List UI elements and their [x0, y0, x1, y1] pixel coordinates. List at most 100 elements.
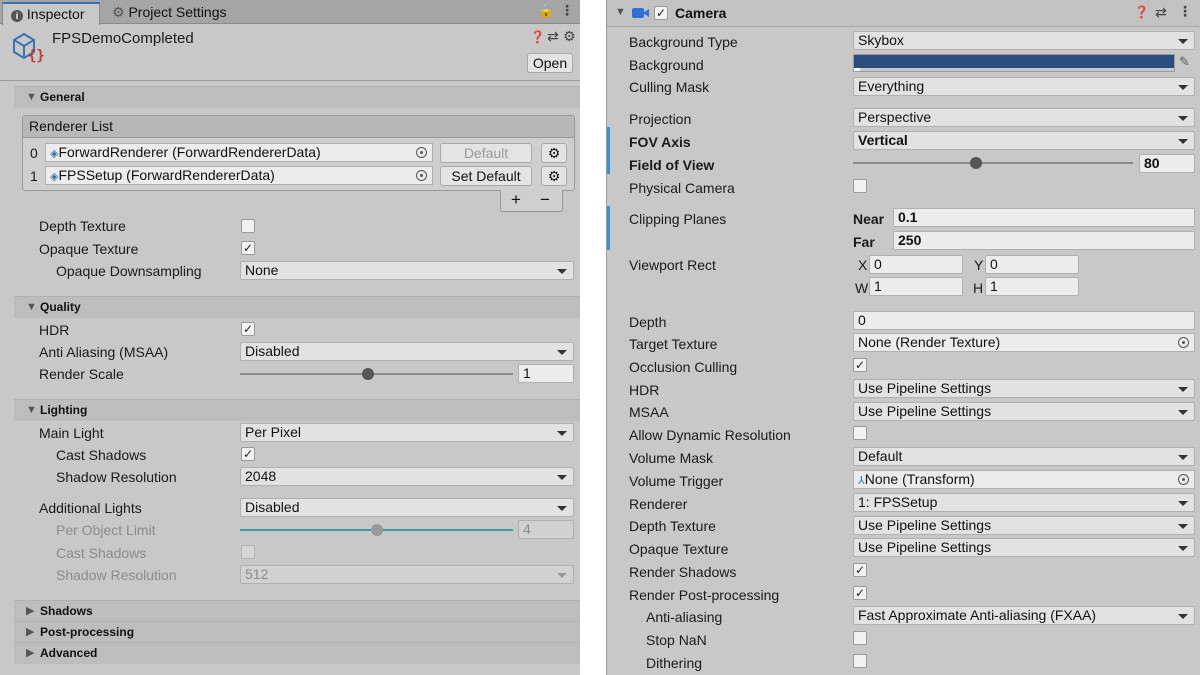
far-clip-input[interactable]: 250	[893, 231, 1195, 250]
render-scale-input[interactable]: 1	[518, 364, 574, 383]
section-advanced[interactable]: ▶ Advanced	[14, 642, 580, 664]
section-shadows-label: Shadows	[40, 604, 93, 618]
stop-nan-checkbox[interactable]	[853, 631, 867, 645]
tab-project-settings[interactable]: ⚙ Project Settings	[104, 2, 234, 24]
presets-icon[interactable]: ⇄	[1155, 4, 1167, 21]
section-quality[interactable]: ▼ Quality	[14, 296, 580, 318]
opaque-texture-checkbox[interactable]: ✓	[241, 241, 255, 255]
asset-name: FPSDemoCompleted	[52, 30, 194, 47]
renderer-dropdown[interactable]: 1: FPSSetup	[853, 493, 1195, 512]
viewport-rect-label: Viewport Rect	[629, 257, 716, 273]
depth-texture-dropdown[interactable]: Use Pipeline Settings	[853, 516, 1195, 535]
target-texture-field[interactable]: None (Render Texture)	[853, 333, 1195, 352]
near-clip-input[interactable]: 0.1	[893, 208, 1195, 227]
section-lighting[interactable]: ▼ Lighting	[14, 399, 580, 421]
camera-component-panel: ▼ ✓ Camera ❓ ⇄ ⋮ Background Type Skybox …	[606, 0, 1200, 675]
camera-enabled-checkbox[interactable]: ✓	[654, 6, 668, 20]
depth-texture-checkbox[interactable]	[241, 219, 255, 233]
near-label: Near	[853, 211, 885, 227]
object-picker-icon[interactable]	[1178, 474, 1189, 485]
object-picker-icon[interactable]	[1178, 337, 1189, 348]
additional-lights-label: Additional Lights	[39, 500, 142, 516]
viewport-h-input[interactable]: 1	[985, 277, 1079, 296]
eyedropper-icon[interactable]: ✎	[1179, 54, 1190, 70]
set-default-button[interactable]: Set Default	[440, 166, 532, 186]
background-type-dropdown[interactable]: Skybox	[853, 31, 1195, 50]
viewport-x-label: X	[858, 257, 868, 273]
render-shadows-checkbox[interactable]: ✓	[853, 563, 867, 577]
tab-project-settings-label: Project Settings	[128, 4, 227, 20]
lock-icon[interactable]: 🔒	[538, 3, 554, 19]
clipping-planes-label: Clipping Planes	[629, 211, 727, 227]
volume-trigger-field[interactable]: ⅄None (Transform)	[853, 470, 1195, 489]
field-of-view-label: Field of View	[629, 157, 715, 173]
shadow-resolution-label: Shadow Resolution	[56, 469, 177, 485]
background-color-swatch[interactable]	[853, 54, 1175, 72]
viewport-y-input[interactable]: 0	[985, 255, 1079, 274]
field-of-view-slider-handle[interactable]	[970, 157, 983, 169]
volume-trigger-label: Volume Trigger	[629, 473, 724, 489]
inspector-panel: i Inspector ⚙ Project Settings 🔒 ⋮ {} FP…	[0, 0, 580, 675]
render-scale-slider-handle[interactable]	[362, 368, 375, 380]
renderer-index-1: 1	[30, 168, 38, 184]
object-picker-icon[interactable]	[416, 147, 427, 158]
remove-button[interactable]: −	[540, 190, 550, 210]
hdr-checkbox[interactable]: ✓	[241, 322, 255, 336]
volume-trigger-value: None (Transform)	[864, 471, 975, 487]
help-icon[interactable]: ❓	[1134, 5, 1149, 19]
field-of-view-input[interactable]: 80	[1139, 154, 1195, 173]
target-texture-value: None (Render Texture)	[858, 334, 1001, 350]
cast-shadows-checkbox[interactable]: ✓	[241, 447, 255, 461]
section-general[interactable]: ▼ General	[14, 86, 580, 108]
renderer-settings-button-0[interactable]: ⚙	[541, 143, 567, 163]
dynamic-resolution-checkbox[interactable]	[853, 426, 867, 440]
section-shadows[interactable]: ▶ Shadows	[14, 600, 580, 622]
more-options-icon[interactable]: ⋮	[560, 2, 574, 19]
stop-nan-label: Stop NaN	[646, 632, 707, 648]
msaa-dropdown[interactable]: Use Pipeline Settings	[853, 402, 1195, 421]
opaque-texture-label: Opaque Texture	[39, 241, 139, 257]
settings-icon[interactable]: ⚙	[563, 28, 576, 45]
volume-mask-dropdown[interactable]: Default	[853, 447, 1195, 466]
help-icon[interactable]: ❓	[530, 30, 545, 44]
tab-inspector[interactable]: i Inspector	[2, 2, 100, 25]
section-post-processing[interactable]: ▶ Post-processing	[14, 621, 580, 643]
fov-axis-dropdown[interactable]: Vertical	[853, 131, 1195, 150]
opaque-texture-dropdown[interactable]: Use Pipeline Settings	[853, 538, 1195, 557]
shadow-resolution-dropdown[interactable]: 2048	[240, 467, 574, 486]
opaque-downsampling-label: Opaque Downsampling	[56, 263, 202, 279]
post-processing-checkbox[interactable]: ✓	[853, 586, 867, 600]
physical-camera-checkbox[interactable]	[853, 179, 867, 193]
viewport-x-input[interactable]: 0	[869, 255, 963, 274]
renderer-settings-button-1[interactable]: ⚙	[541, 166, 567, 186]
target-texture-label: Target Texture	[629, 336, 718, 352]
override-indicator	[607, 127, 610, 174]
anti-aliasing-dropdown[interactable]: Disabled	[240, 342, 574, 361]
projection-dropdown[interactable]: Perspective	[853, 108, 1195, 127]
presets-icon[interactable]: ⇄	[547, 28, 559, 45]
viewport-w-input[interactable]: 1	[869, 277, 963, 296]
hdr-dropdown[interactable]: Use Pipeline Settings	[853, 379, 1195, 398]
default-button: Default	[440, 143, 532, 163]
renderer-field-0[interactable]: ◈ForwardRenderer (ForwardRendererData)	[45, 143, 433, 162]
depth-input[interactable]: 0	[853, 311, 1195, 330]
opaque-downsampling-dropdown[interactable]: None	[240, 261, 574, 280]
renderer-name-1: FPSSetup (ForwardRendererData)	[58, 167, 275, 183]
hdr-label: HDR	[39, 322, 70, 338]
more-options-icon[interactable]: ⋮	[1178, 3, 1192, 20]
add-button[interactable]: +	[511, 190, 521, 210]
expanded-arrow-icon[interactable]: ▼	[615, 6, 626, 18]
field-of-view-slider[interactable]	[853, 162, 1133, 164]
render-scale-slider[interactable]	[240, 373, 513, 375]
additional-lights-dropdown[interactable]: Disabled	[240, 498, 574, 517]
main-light-dropdown[interactable]: Per Pixel	[240, 423, 574, 442]
camera-header[interactable]: ▼ ✓ Camera ❓ ⇄ ⋮	[607, 0, 1200, 27]
culling-mask-dropdown[interactable]: Everything	[853, 77, 1195, 96]
open-button[interactable]: Open	[527, 53, 573, 73]
object-picker-icon[interactable]	[416, 170, 427, 181]
divider	[0, 80, 580, 81]
occlusion-culling-checkbox[interactable]: ✓	[853, 358, 867, 372]
renderer-field-1[interactable]: ◈FPSSetup (ForwardRendererData)	[45, 166, 433, 185]
anti-aliasing-dropdown[interactable]: Fast Approximate Anti-aliasing (FXAA)	[853, 606, 1195, 625]
dithering-checkbox[interactable]	[853, 654, 867, 668]
